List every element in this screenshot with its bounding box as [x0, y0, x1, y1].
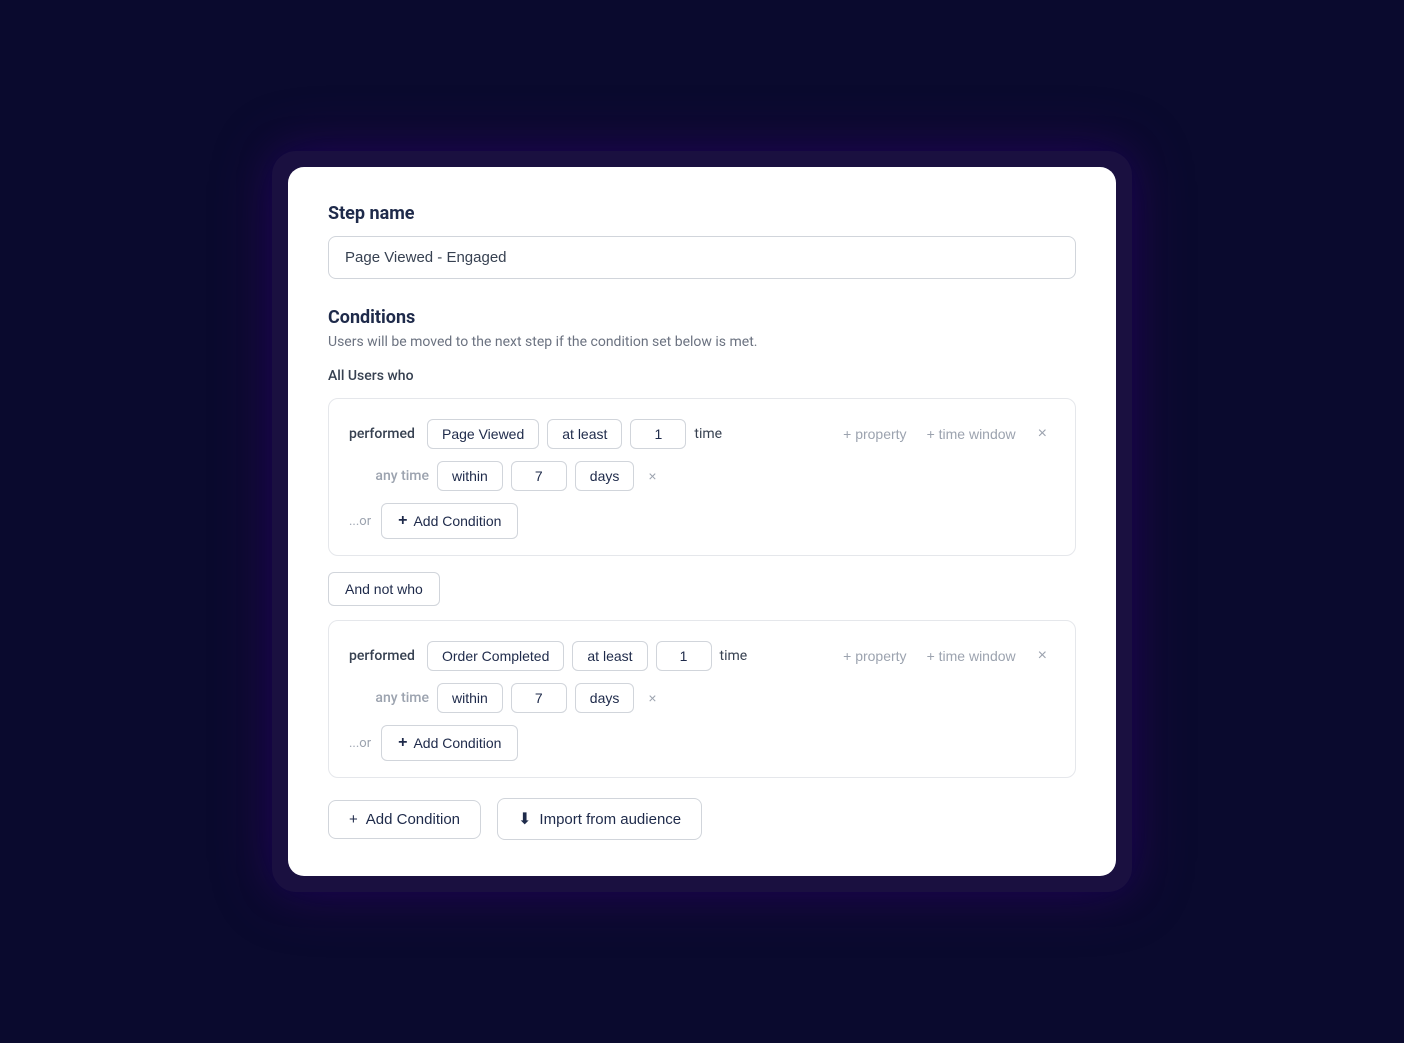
property-link-2[interactable]: + property: [837, 644, 912, 668]
add-condition-btn-1[interactable]: + Add Condition: [381, 503, 518, 539]
import-audience-btn[interactable]: ⬇ Import from audience: [497, 798, 702, 840]
time-window-link-1[interactable]: + time window: [921, 422, 1022, 446]
any-time-label-1: any time: [349, 468, 429, 484]
days-btn-1[interactable]: days: [575, 461, 635, 491]
bottom-actions: + Add Condition ⬇ Import from audience: [328, 798, 1076, 840]
download-icon: ⬇: [518, 809, 531, 829]
time-label-1: time: [694, 426, 722, 442]
within-btn-1[interactable]: within: [437, 461, 503, 491]
count-input-2[interactable]: [656, 641, 712, 671]
any-time-label-2: any time: [349, 690, 429, 706]
import-label: Import from audience: [539, 811, 681, 828]
outer-container: Step name Conditions Users will be moved…: [272, 151, 1132, 892]
bottom-add-label: Add Condition: [366, 811, 460, 828]
within-btn-2[interactable]: within: [437, 683, 503, 713]
remove-time-filter-1[interactable]: ×: [642, 466, 662, 486]
step-name-input[interactable]: [328, 236, 1076, 279]
remove-condition-1[interactable]: ×: [1030, 421, 1055, 447]
performed-label-2: performed: [349, 648, 419, 664]
plus-icon-2: +: [398, 734, 407, 752]
card: Step name Conditions Users will be moved…: [288, 167, 1116, 876]
condition-time-row-1: any time within days ×: [349, 461, 1055, 491]
add-condition-btn-2[interactable]: + Add Condition: [381, 725, 518, 761]
or-label-1: ...or: [349, 514, 371, 529]
add-condition-label-1: Add Condition: [413, 513, 501, 529]
count-input-1[interactable]: [630, 419, 686, 449]
conditions-description: Users will be moved to the next step if …: [328, 334, 1076, 350]
time-label-2: time: [720, 648, 748, 664]
property-link-1[interactable]: + property: [837, 422, 912, 446]
or-add-row-1: ...or + Add Condition: [349, 503, 1055, 539]
bottom-add-condition-btn[interactable]: + Add Condition: [328, 800, 481, 839]
condition-row-1: performed Page Viewed at least time + pr…: [349, 419, 1055, 449]
condition-row-2: performed Order Completed at least time …: [349, 641, 1055, 671]
or-label-2: ...or: [349, 736, 371, 751]
add-condition-label-2: Add Condition: [413, 735, 501, 751]
or-add-row-2: ...or + Add Condition: [349, 725, 1055, 761]
frequency-btn-1[interactable]: at least: [547, 419, 622, 449]
remove-condition-2[interactable]: ×: [1030, 643, 1055, 669]
time-window-link-2[interactable]: + time window: [921, 644, 1022, 668]
condition-time-row-2: any time within days ×: [349, 683, 1055, 713]
days-btn-2[interactable]: days: [575, 683, 635, 713]
step-name-label: Step name: [328, 203, 1076, 224]
performed-label-1: performed: [349, 426, 419, 442]
days-count-input-1[interactable]: [511, 461, 567, 491]
event-btn-1[interactable]: Page Viewed: [427, 419, 539, 449]
event-btn-2[interactable]: Order Completed: [427, 641, 564, 671]
condition-block-1: performed Page Viewed at least time + pr…: [328, 398, 1076, 556]
frequency-btn-2[interactable]: at least: [572, 641, 647, 671]
days-count-input-2[interactable]: [511, 683, 567, 713]
and-not-who-btn[interactable]: And not who: [328, 572, 440, 606]
remove-time-filter-2[interactable]: ×: [642, 688, 662, 708]
plus-icon-1: +: [398, 512, 407, 530]
condition-block-2: performed Order Completed at least time …: [328, 620, 1076, 778]
conditions-title: Conditions: [328, 307, 1076, 328]
bottom-plus-icon: +: [349, 811, 358, 828]
all-users-label: All Users who: [328, 368, 1076, 384]
